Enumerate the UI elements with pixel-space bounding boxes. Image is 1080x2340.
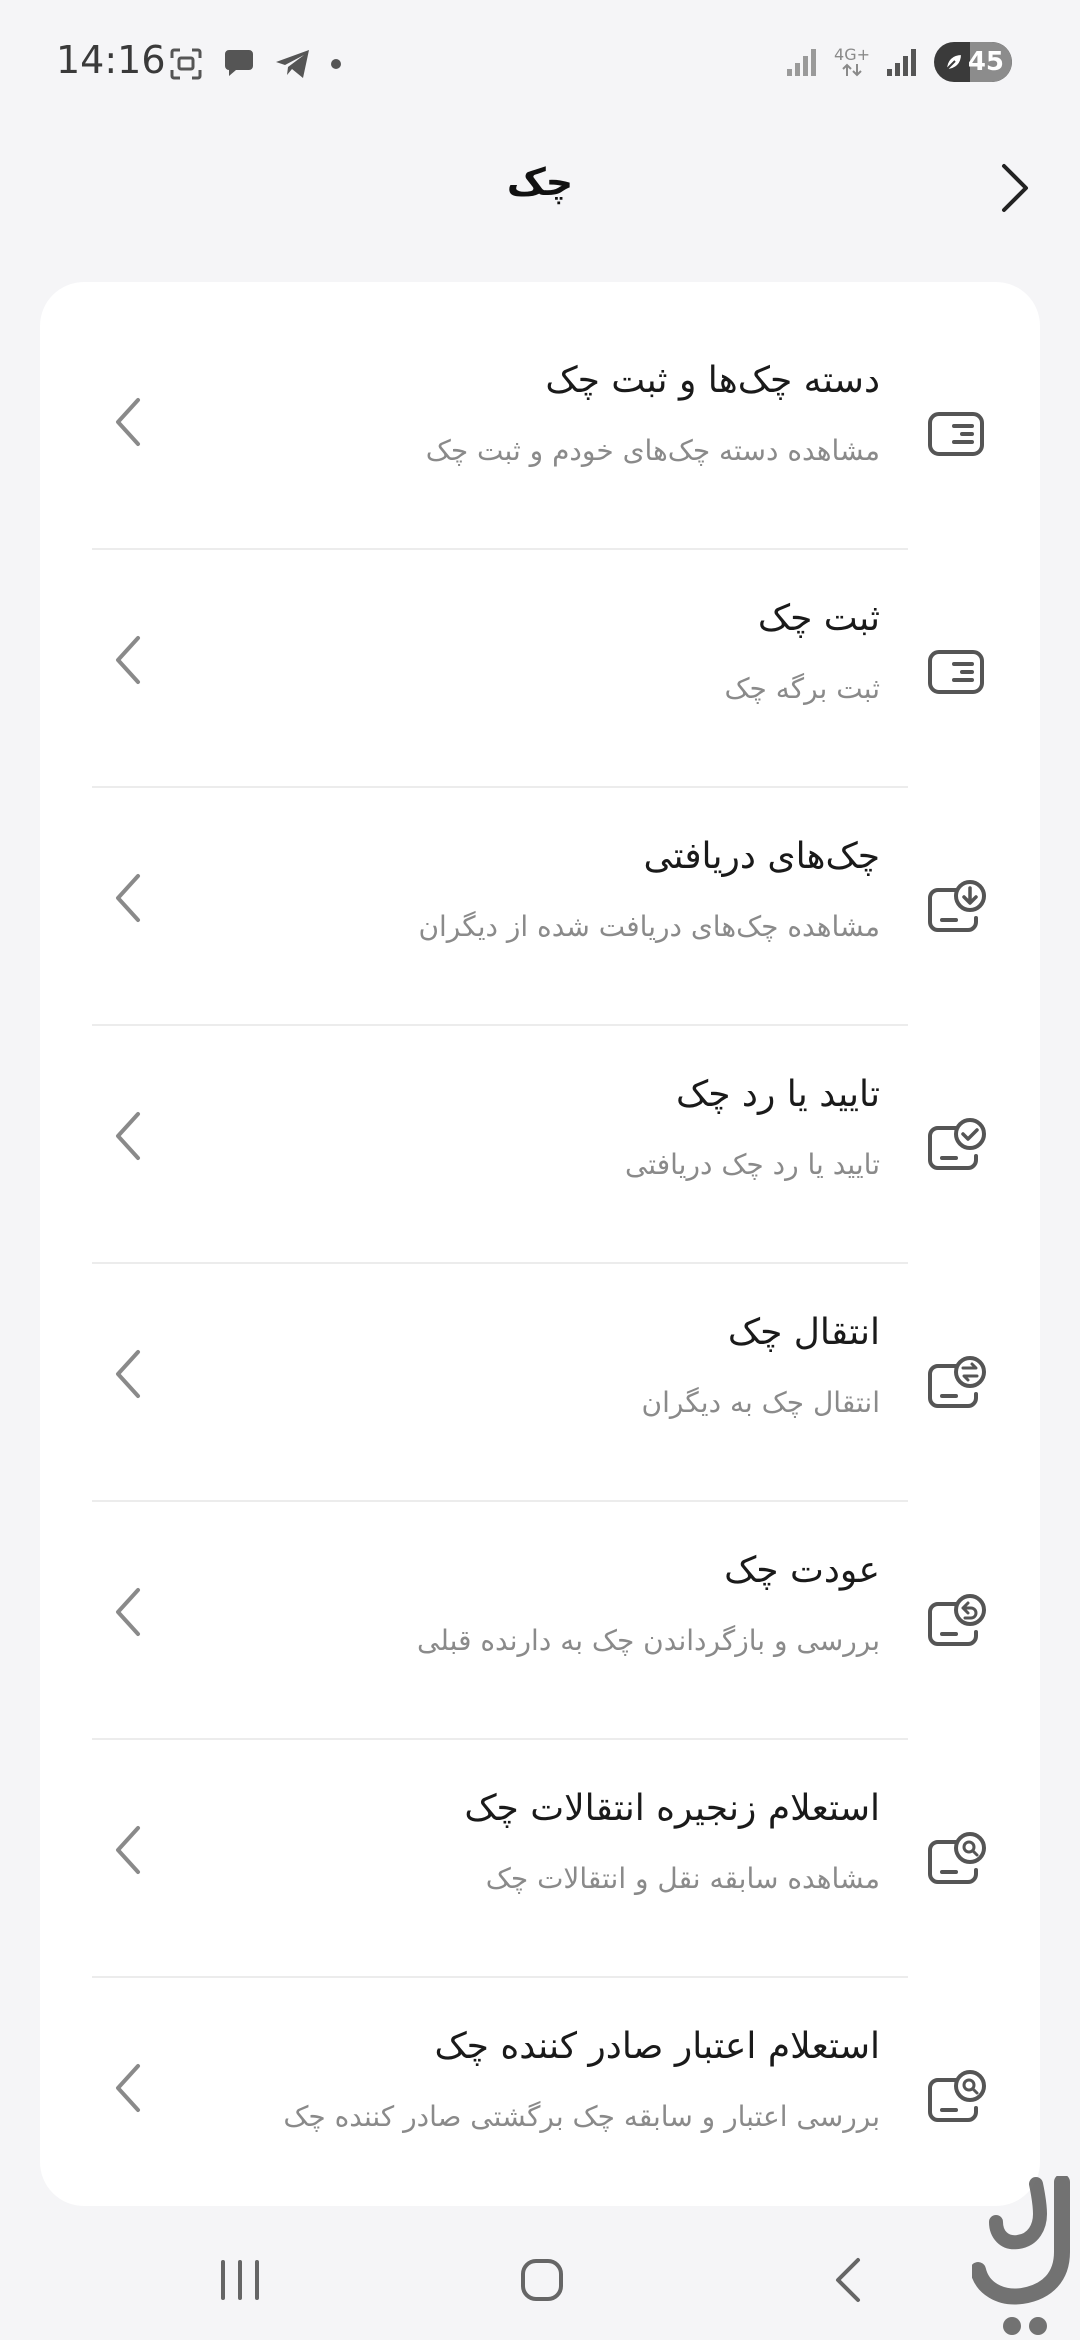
chevron-left-icon xyxy=(116,1350,140,1398)
back-chevron-icon xyxy=(836,2258,860,2302)
system-navigation-bar xyxy=(0,2220,1080,2340)
check-chain-inquiry-icon xyxy=(928,1832,986,1884)
menu-item-subtitle: بررسی و بازگرداندن چک به دارنده قبلی xyxy=(417,1624,880,1657)
battery-percent: 45 xyxy=(967,47,1004,77)
network-type: 4G+ xyxy=(834,47,870,77)
chevron-left-icon xyxy=(116,2064,140,2112)
check-register-icon xyxy=(928,650,984,694)
check-approve-icon xyxy=(928,1118,986,1170)
menu-item-title: چک‌های دریافتی xyxy=(643,836,880,877)
check-return-icon xyxy=(928,1594,986,1646)
app-store-watermark-logo xyxy=(972,2176,1070,2335)
menu-list: دسته چک‌ها و ثبت چک مشاهده دسته چک‌های خ… xyxy=(40,312,1040,2216)
status-time: 14:16 xyxy=(56,38,166,82)
menu-item-received-checks[interactable]: چک‌های دریافتی مشاهده چک‌های دریافت شده … xyxy=(40,788,1040,1026)
home-icon xyxy=(521,2259,563,2301)
status-bar: 14:16 4G+ 45 xyxy=(0,0,1080,130)
notification-icons xyxy=(168,46,342,82)
check-transfer-icon xyxy=(928,1356,986,1408)
recents-button[interactable] xyxy=(200,2240,280,2320)
app-header: چک xyxy=(0,130,1080,250)
check-services-card: دسته چک‌ها و ثبت چک مشاهده دسته چک‌های خ… xyxy=(40,282,1040,2206)
menu-item-subtitle: بررسی اعتبار و سابقه چک برگشتی صادر کنند… xyxy=(283,2100,880,2133)
chevron-left-icon xyxy=(116,874,140,922)
network-type-label: 4G+ xyxy=(834,45,870,64)
system-back-button[interactable] xyxy=(808,2240,888,2320)
menu-item-subtitle: ثبت برگه چک xyxy=(724,672,881,705)
menu-item-title: انتقال چک xyxy=(727,1312,880,1353)
issuer-credit-inquiry-icon xyxy=(928,2070,986,2122)
menu-item-title: استعلام زنجیره انتقالات چک xyxy=(464,1788,880,1829)
menu-item-subtitle: مشاهده سابقه نقل و انتقالات چک xyxy=(485,1862,880,1895)
menu-item-subtitle: انتقال چک به دیگران xyxy=(641,1386,880,1419)
menu-item-subtitle: مشاهده دسته چک‌های خودم و ثبت چک xyxy=(425,434,880,467)
page-title: چک xyxy=(506,160,574,204)
chevron-left-icon xyxy=(116,1826,140,1874)
screenshot-icon xyxy=(170,48,202,80)
menu-item-transfer-check[interactable]: انتقال چک انتقال چک به دیگران xyxy=(40,1264,1040,1502)
chevron-right-icon xyxy=(1002,164,1028,212)
menu-item-title: ثبت چک xyxy=(757,598,880,639)
more-notifications-dot-icon xyxy=(331,59,341,69)
menu-item-checkbooks[interactable]: دسته چک‌ها و ثبت چک مشاهده دسته چک‌های خ… xyxy=(40,312,1040,550)
signal-strength-sim2-icon xyxy=(887,49,916,76)
menu-item-register-check[interactable]: ثبت چک ثبت برگه چک xyxy=(40,550,1040,788)
chevron-left-icon xyxy=(116,636,140,684)
chevron-left-icon xyxy=(116,398,140,446)
menu-item-title: تایید یا رد چک xyxy=(676,1074,880,1115)
chevron-left-icon xyxy=(116,1112,140,1160)
signal-strength-icon xyxy=(787,49,817,76)
menu-item-issuer-credit-inquiry[interactable]: استعلام اعتبار صادر کننده چک بررسی اعتبا… xyxy=(40,1978,1040,2216)
home-button[interactable] xyxy=(502,2240,582,2320)
menu-item-return-check[interactable]: عودت چک بررسی و بازگرداندن چک به دارنده … xyxy=(40,1502,1040,1740)
recents-icon xyxy=(221,2260,259,2300)
status-right: 4G+ 45 xyxy=(786,42,1012,82)
battery-indicator: 45 xyxy=(934,42,1012,82)
menu-item-chain-inquiry[interactable]: استعلام زنجیره انتقالات چک مشاهده سابقه … xyxy=(40,1740,1040,1978)
checkbook-icon xyxy=(928,412,984,456)
menu-item-title: استعلام اعتبار صادر کننده چک xyxy=(434,2026,880,2067)
chevron-left-icon xyxy=(116,1588,140,1636)
telegram-icon xyxy=(276,50,309,78)
power-saving-leaf-icon xyxy=(944,52,964,72)
menu-item-title: دسته چک‌ها و ثبت چک xyxy=(545,360,880,401)
menu-item-subtitle: تایید یا رد چک دریافتی xyxy=(624,1148,880,1181)
chat-icon xyxy=(225,50,253,76)
menu-item-subtitle: مشاهده چک‌های دریافت شده از دیگران xyxy=(418,910,880,943)
check-received-icon xyxy=(928,880,986,932)
menu-item-title: عودت چک xyxy=(724,1550,880,1591)
menu-item-approve-reject[interactable]: تایید یا رد چک تایید یا رد چک دریافتی xyxy=(40,1026,1040,1264)
data-arrows-icon xyxy=(842,63,862,77)
back-button[interactable] xyxy=(984,158,1044,218)
